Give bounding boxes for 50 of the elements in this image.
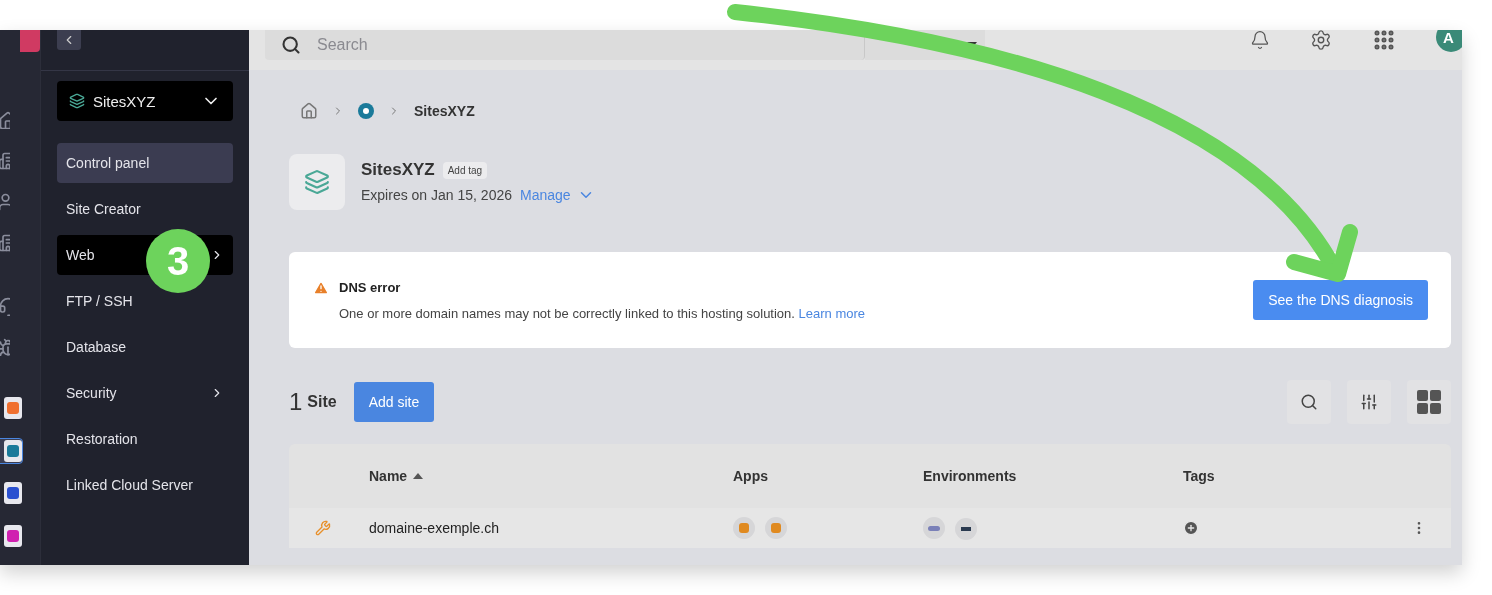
- site-name[interactable]: domaine-exemple.ch: [369, 520, 733, 536]
- sidebar-item[interactable]: Control panel: [57, 143, 233, 183]
- collapse-button[interactable]: [57, 30, 81, 50]
- add-site-button[interactable]: Add site: [353, 382, 435, 422]
- alert-title: DNS error: [339, 280, 401, 295]
- app-shortcut[interactable]: [0, 437, 23, 465]
- product-selector[interactable]: SitesXYZ: [57, 81, 233, 121]
- grid-icon: [1417, 390, 1441, 414]
- column-header[interactable]: Apps: [733, 468, 923, 484]
- learn-more-link[interactable]: Learn more: [798, 305, 866, 321]
- notification-bell-icon[interactable]: [1250, 30, 1270, 50]
- breadcrumb-current: SitesXYZ: [414, 103, 475, 119]
- warning-icon: [313, 279, 329, 296]
- site-count: 1: [289, 388, 303, 416]
- product-title: SitesXYZ: [361, 160, 435, 180]
- environment-icon: [955, 517, 977, 540]
- sites-label: Site: [307, 393, 337, 411]
- search-icon: [1300, 393, 1318, 411]
- sidebar-item[interactable]: Security: [57, 373, 233, 413]
- home-icon[interactable]: [300, 102, 318, 120]
- sidebar-item[interactable]: Linked Cloud Server: [57, 465, 233, 505]
- search-bar[interactable]: Search: [265, 30, 865, 60]
- app-logo-icon[interactable]: [20, 30, 40, 53]
- add-tag-button[interactable]: Add tag: [442, 161, 488, 179]
- expiry-date: Expires on Jan 15, 2026: [361, 187, 512, 203]
- user-avatar[interactable]: A: [1436, 30, 1462, 52]
- search-icon: [281, 35, 301, 55]
- sidebar-item[interactable]: Restoration: [57, 419, 233, 459]
- search-button[interactable]: [1287, 380, 1331, 424]
- grid-view-button[interactable]: [1407, 380, 1451, 424]
- wrench-icon: [315, 520, 331, 536]
- app-icon: [733, 517, 755, 539]
- filter-button[interactable]: [1347, 380, 1391, 424]
- column-header[interactable]: Tags: [1183, 468, 1451, 484]
- sliders-icon: [1360, 393, 1378, 411]
- column-header[interactable]: Environments: [923, 468, 1183, 484]
- settings-icon[interactable]: [1310, 30, 1332, 51]
- layers-icon: [304, 169, 330, 195]
- add-tag-icon[interactable]: [1183, 520, 1199, 536]
- php-icon: [923, 517, 945, 539]
- apps-grid-icon[interactable]: [1372, 30, 1396, 52]
- sort-ascending-icon: [413, 473, 424, 479]
- app-icon: [765, 517, 787, 539]
- product-logo-icon[interactable]: [358, 103, 374, 119]
- layers-icon: [69, 93, 85, 109]
- alert-message: One or more domain names may not be correctly linked to this hosting solution. Learn more: [339, 305, 867, 321]
- sidebar-item[interactable]: Site Creator: [57, 189, 233, 229]
- column-header[interactable]: Name: [369, 468, 733, 484]
- search-input[interactable]: Search: [315, 35, 819, 55]
- sidebar-item[interactable]: Database: [57, 327, 233, 367]
